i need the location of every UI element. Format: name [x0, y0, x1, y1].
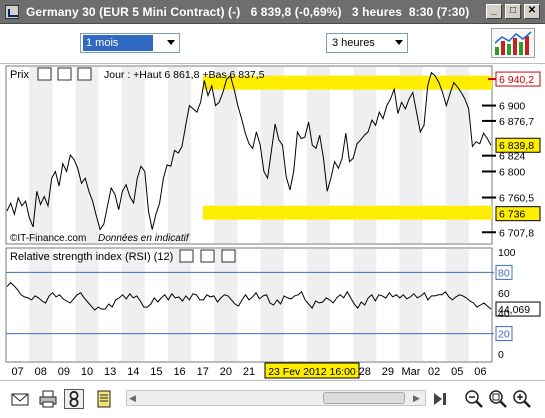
watermark: ©IT-Finance.com — [10, 233, 86, 244]
disclaimer: Données en indicatif — [98, 233, 190, 244]
day-band — [75, 249, 99, 361]
day-band — [214, 249, 238, 361]
time-axis-label: 29 — [382, 366, 394, 378]
panel-settings-icon — [179, 249, 194, 263]
time-axis-label: 06 — [474, 366, 486, 378]
bottom-toolbar: ◀ ▶ — [0, 380, 545, 418]
rsi-axis-label: 80 — [498, 267, 510, 279]
mini-chart-icon — [494, 31, 532, 55]
day-band — [168, 249, 192, 361]
day-band — [168, 67, 192, 243]
time-axis-label: 15 — [150, 366, 162, 378]
rsi-axis-label: 0 — [498, 349, 504, 361]
price-axis-label: 6 900 — [499, 101, 525, 113]
interval-select-value: 3 heures — [332, 37, 375, 49]
time-axis-label: 14 — [127, 366, 139, 378]
rsi-axis-label: 100 — [498, 247, 516, 259]
app-chart-icon — [5, 5, 19, 19]
window-title: Germany 30 (EUR 5 Mini Contract) (-) 6 8… — [26, 5, 470, 19]
day-band — [121, 249, 145, 361]
panel-close-icon — [77, 67, 92, 81]
scrollbar-thumb[interactable] — [323, 392, 405, 404]
day-band — [75, 67, 99, 243]
chevron-down-icon — [395, 40, 403, 45]
time-axis-label: 17 — [197, 366, 209, 378]
day-band — [121, 67, 145, 243]
time-axis-label: 09 — [58, 366, 70, 378]
time-axis-label: 07 — [11, 366, 23, 378]
maximize-button[interactable]: □ — [505, 4, 521, 19]
interval-select[interactable]: 3 heures — [326, 33, 408, 53]
day-band — [29, 249, 53, 361]
day-band — [399, 249, 423, 361]
price-panel-label: Prix — [10, 69, 29, 81]
time-axis-label: 28 — [359, 366, 371, 378]
rsi-axis-label: 60 — [498, 288, 510, 300]
price-axis-label: 6 707,8 — [499, 227, 534, 239]
day-band — [445, 249, 469, 361]
panel-maximize-icon — [57, 67, 72, 81]
link-icon[interactable] — [64, 389, 84, 409]
scroll-right-arrow[interactable]: ▶ — [413, 393, 423, 403]
time-scrollbar[interactable]: ◀ ▶ — [126, 390, 426, 406]
panel-close-icon — [221, 249, 236, 263]
minimize-button[interactable]: _ — [486, 4, 502, 19]
price-axis-label: 6 824 — [499, 151, 525, 163]
time-axis-label: 08 — [35, 366, 47, 378]
period-select-value: 1 mois — [83, 35, 153, 51]
cursor-time-label: 23 Fev 2012 16:00 — [268, 366, 356, 378]
scroll-end-icon[interactable] — [430, 389, 450, 409]
period-select[interactable]: 1 mois — [80, 33, 180, 53]
support-highlight-band — [203, 205, 492, 220]
mail-icon[interactable] — [10, 389, 30, 409]
rsi-panel-label: Relative strength index (RSI) (12) — [10, 251, 173, 263]
zoom-fit-icon[interactable] — [488, 389, 508, 409]
time-axis-label: 02 — [428, 366, 440, 378]
chevron-down-icon — [167, 40, 175, 45]
day-band — [306, 249, 330, 361]
day-band — [29, 67, 53, 243]
time-axis-label: 05 — [451, 366, 463, 378]
window-titlebar: Germany 30 (EUR 5 Mini Contract) (-) 6 8… — [0, 0, 545, 24]
time-axis-label: Mar — [402, 366, 421, 378]
panel-maximize-icon — [200, 249, 215, 263]
rsi-axis-label: 20 — [498, 329, 510, 341]
price-axis-label: 6 940,2 — [499, 74, 534, 86]
day-band — [260, 249, 284, 361]
price-day-info: Jour : +Haut 6 861,8 +Bas 6 837,5 — [104, 69, 265, 81]
print-icon[interactable] — [38, 389, 58, 409]
price-axis-label: 6 760,5 — [499, 193, 534, 205]
chart-svg[interactable]: 0708091013141516172021222324272829Mar020… — [0, 64, 545, 380]
panel-settings-icon — [37, 67, 52, 81]
chart-area[interactable]: 0708091013141516172021222324272829Mar020… — [0, 64, 545, 380]
zoom-out-icon[interactable] — [464, 389, 484, 409]
price-axis-label: 6 800 — [499, 166, 525, 178]
rsi-axis-label: 40 — [498, 308, 510, 320]
time-axis-label: 13 — [104, 366, 116, 378]
close-button[interactable]: ✕ — [524, 4, 540, 19]
price-axis-label: 6 736 — [499, 209, 525, 221]
time-axis-label: 20 — [220, 366, 232, 378]
chart-toolbar: 1 mois 3 heures — [0, 24, 545, 64]
time-axis-label: 10 — [81, 366, 93, 378]
time-axis-label: 21 — [243, 366, 255, 378]
notes-icon[interactable] — [94, 389, 114, 409]
scroll-left-arrow[interactable]: ◀ — [129, 393, 139, 403]
time-axis-label: 16 — [173, 366, 185, 378]
zoom-in-icon[interactable] — [512, 389, 532, 409]
chart-settings-button[interactable] — [491, 28, 535, 58]
price-axis-label: 6 876,7 — [499, 116, 534, 128]
